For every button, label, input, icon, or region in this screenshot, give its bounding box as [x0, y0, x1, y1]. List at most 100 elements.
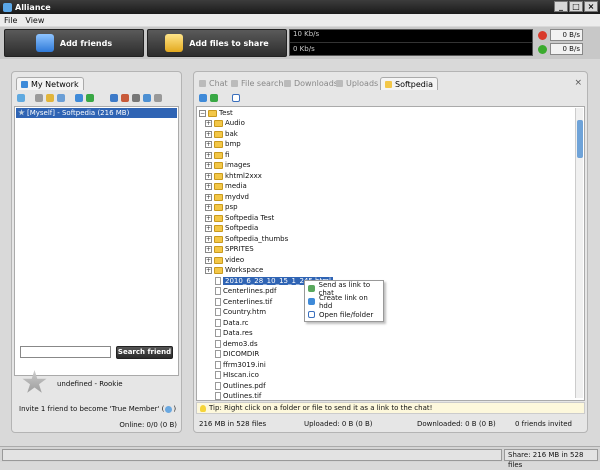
tree-file[interactable]: Outlines.pdf: [215, 381, 266, 391]
tree-folder[interactable]: + media: [205, 181, 247, 191]
tree-item-label: khtml2xxx: [225, 172, 262, 180]
expand-icon[interactable]: +: [205, 119, 212, 127]
tree-file[interactable]: Centerlines.pdf: [215, 286, 276, 296]
tab-downloads[interactable]: Downloads: [284, 77, 338, 90]
lightbulb-icon: [200, 405, 206, 412]
expand-icon[interactable]: +: [205, 256, 212, 264]
expand-icon[interactable]: +: [205, 224, 212, 232]
tree-folder[interactable]: + Audio: [205, 118, 245, 128]
tree-folder[interactable]: + bak: [205, 129, 238, 139]
menu-view[interactable]: View: [25, 16, 44, 25]
scrollbar-thumb[interactable]: [577, 120, 583, 158]
tree-file[interactable]: HIscan.ico: [215, 370, 259, 380]
download-tab-icon: [284, 80, 291, 87]
network-info-icon[interactable]: [143, 94, 151, 102]
star-icon: [18, 109, 25, 116]
menu-file[interactable]: File: [4, 16, 17, 25]
add-friends-button[interactable]: Add friends: [4, 29, 144, 57]
menu-open-file[interactable]: Open file/folder: [308, 309, 373, 320]
file-icon: [215, 298, 221, 306]
menu-create-link[interactable]: Create link on hdd: [308, 293, 383, 310]
tree-folder[interactable]: + Softpedia_thumbs: [205, 234, 288, 244]
tree-folder[interactable]: + fi: [205, 150, 229, 160]
tree-root[interactable]: − Test: [199, 108, 233, 118]
group-icon[interactable]: [110, 94, 118, 102]
folder-icon[interactable]: [46, 94, 54, 102]
expand-icon[interactable]: +: [205, 130, 212, 138]
close-button[interactable]: ×: [584, 1, 598, 12]
friends-list[interactable]: [Myself] - Softpedia (216 MB): [14, 106, 179, 376]
tab-softpedia-label: Softpedia: [395, 79, 433, 89]
minimize-button[interactable]: _: [554, 1, 568, 12]
tree-folder[interactable]: + khtml2xxx: [205, 171, 262, 181]
tree-item-label: psp: [225, 203, 238, 211]
tree-folder[interactable]: + video: [205, 255, 244, 265]
tree-folder[interactable]: + mydvd: [205, 192, 249, 202]
refresh-icon[interactable]: [75, 94, 83, 102]
open-file-icon: [308, 311, 315, 318]
tree-folder[interactable]: + images: [205, 160, 250, 170]
info-icon[interactable]: [165, 405, 173, 413]
maximize-button[interactable]: □: [569, 1, 583, 12]
expand-icon[interactable]: +: [205, 172, 212, 180]
tree-folder[interactable]: + Workspace: [205, 265, 263, 275]
tree-folder[interactable]: + Softpedia: [205, 223, 258, 233]
tree-item-label: Softpedia: [225, 224, 259, 232]
home-icon[interactable]: [17, 94, 25, 102]
tab-uploads[interactable]: Uploads: [336, 77, 378, 90]
search-friend-input[interactable]: [20, 346, 111, 358]
menu-send-link[interactable]: Send as link to chat: [308, 281, 383, 297]
tree-file[interactable]: Outlines.tif: [215, 391, 261, 400]
page-icon[interactable]: [232, 94, 240, 102]
options-icon[interactable]: [154, 94, 162, 102]
collapse-icon[interactable]: −: [199, 109, 206, 117]
tree-folder[interactable]: + Softpedia Test: [205, 213, 274, 223]
expand-icon[interactable]: +: [205, 182, 212, 190]
expand-icon[interactable]: +: [205, 140, 212, 148]
tree-item-label: bmp: [225, 140, 241, 148]
expand-icon[interactable]: +: [205, 151, 212, 159]
stats-downloaded: Downloaded: 0 B (0 B): [417, 420, 496, 428]
scrollbar[interactable]: [575, 108, 583, 398]
remove-user-icon[interactable]: [121, 94, 129, 102]
tree-item-label: Softpedia Test: [225, 214, 275, 222]
expand-icon[interactable]: +: [205, 245, 212, 253]
contacts-icon[interactable]: [35, 94, 43, 102]
expand-icon[interactable]: +: [205, 235, 212, 243]
close-tab-button[interactable]: ×: [574, 78, 582, 88]
add-files-button[interactable]: Add files to share: [147, 29, 287, 57]
tab-uploads-label: Uploads: [346, 79, 379, 88]
menu-bar: File View: [0, 14, 600, 26]
tab-chat-label: Chat: [209, 79, 228, 88]
tab-softpedia[interactable]: Softpedia: [380, 77, 438, 90]
expand-icon[interactable]: +: [205, 161, 212, 169]
file-icon: [215, 277, 221, 285]
menu-create-link-label: Create link on hdd: [318, 293, 368, 310]
expand-icon[interactable]: +: [205, 203, 212, 211]
tree-item-label: Centerlines.tif: [223, 298, 273, 306]
expand-icon[interactable]: +: [205, 214, 212, 222]
settings-icon[interactable]: [132, 94, 140, 102]
search-friend-button[interactable]: Search friend: [116, 346, 173, 359]
tab-chat[interactable]: Chat: [199, 77, 228, 90]
tree-file[interactable]: DICOMDIR: [215, 349, 259, 359]
tree-folder[interactable]: + SPRITES: [205, 244, 254, 254]
tab-file-search[interactable]: File search: [231, 77, 284, 90]
tree-folder[interactable]: + psp: [205, 202, 238, 212]
tab-my-network[interactable]: My Network: [16, 77, 84, 90]
expand-icon[interactable]: +: [205, 266, 212, 274]
tree-file[interactable]: Country.htm: [215, 307, 266, 317]
users-icon[interactable]: [57, 94, 65, 102]
tree-file[interactable]: Data.res: [215, 328, 253, 338]
expand-icon[interactable]: +: [205, 193, 212, 201]
tree-file[interactable]: Centerlines.tif: [215, 297, 272, 307]
tree-file[interactable]: Data.rc: [215, 318, 249, 328]
tree-file[interactable]: demo3.ds: [215, 339, 258, 349]
refresh-icon[interactable]: [199, 94, 207, 102]
connect-icon[interactable]: [86, 94, 94, 102]
download-arrow-icon[interactable]: [210, 94, 218, 102]
friend-row-myself[interactable]: [Myself] - Softpedia (216 MB): [16, 108, 177, 118]
file-tree[interactable]: − Test + Audio + bak + bmp + fi + images + khtml2xxx +…: [196, 106, 585, 401]
tree-file[interactable]: ffrm3019.ini: [215, 360, 266, 370]
tree-folder[interactable]: + bmp: [205, 139, 241, 149]
